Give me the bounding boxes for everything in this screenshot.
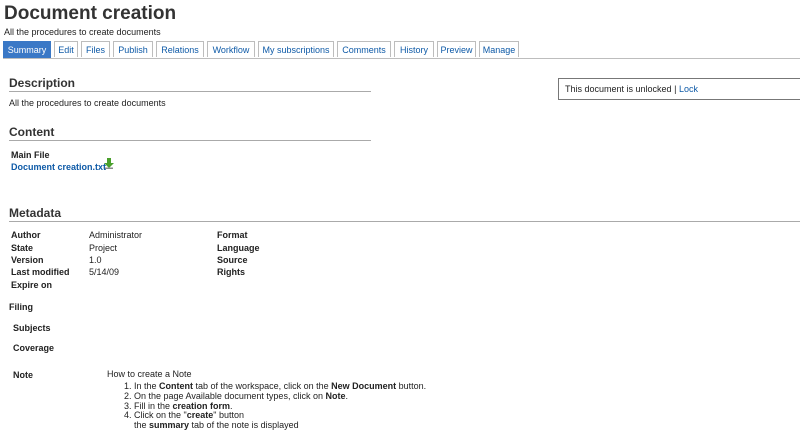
rights-label: Rights [217, 267, 245, 277]
tab-files[interactable]: Files [81, 41, 110, 57]
tab-relations[interactable]: Relations [156, 41, 204, 57]
description-divider [9, 91, 371, 92]
page-title: Document creation [4, 3, 177, 24]
lock-status-text: This document is unlocked [565, 84, 672, 94]
lock-separator: | [674, 84, 677, 94]
note-step-result: the summary tab of the note is displayed [134, 420, 299, 431]
subjects-label: Subjects [13, 323, 51, 333]
tab-comments[interactable]: Comments [337, 41, 391, 57]
filing-label: Filing [9, 302, 33, 312]
coverage-label: Coverage [13, 343, 55, 353]
tab-preview[interactable]: Preview [437, 41, 476, 57]
main-file-link[interactable]: Document creation.txt [11, 162, 106, 172]
metadata-divider [9, 221, 800, 222]
tab-publish[interactable]: Publish [113, 41, 153, 57]
note-step: Click on the "create" button the summary… [134, 410, 426, 431]
metadata-heading: Metadata [9, 206, 62, 220]
content-heading: Content [9, 125, 55, 139]
main-file-label: Main File [11, 150, 50, 160]
note-title: How to create a Note [107, 369, 192, 379]
tab-bar: Summary Edit Files Publish Relations Wor… [3, 41, 800, 59]
tab-history[interactable]: History [394, 41, 434, 57]
content-divider [9, 140, 371, 141]
expire-on-label: Expire on [11, 280, 53, 290]
tab-my-subscriptions[interactable]: My subscriptions [258, 41, 334, 57]
state-value: Project [89, 243, 118, 253]
author-value: Administrator [89, 230, 143, 240]
last-modified-label: Last modified [11, 267, 70, 277]
language-label: Language [217, 243, 260, 253]
version-value: 1.0 [89, 255, 102, 265]
state-label: State [11, 243, 34, 253]
description-text: All the procedures to create documents [9, 98, 166, 108]
download-arrow-icon[interactable] [104, 158, 114, 169]
tab-edit[interactable]: Edit [54, 41, 78, 57]
page-subtitle: All the procedures to create documents [4, 27, 161, 37]
description-heading: Description [9, 76, 76, 90]
author-label: Author [11, 230, 41, 240]
tab-summary[interactable]: Summary [3, 41, 51, 58]
lock-status-box: This document is unlocked | Lock [558, 78, 800, 100]
note-label: Note [13, 370, 33, 380]
tab-manage[interactable]: Manage [479, 41, 519, 57]
version-label: Version [11, 255, 44, 265]
lock-link[interactable]: Lock [679, 84, 698, 94]
last-modified-value: 5/14/09 [89, 267, 120, 277]
format-label: Format [217, 230, 248, 240]
source-label: Source [217, 255, 248, 265]
tab-workflow[interactable]: Workflow [207, 41, 255, 57]
note-steps: In the Content tab of the workspace, cli… [107, 381, 426, 431]
